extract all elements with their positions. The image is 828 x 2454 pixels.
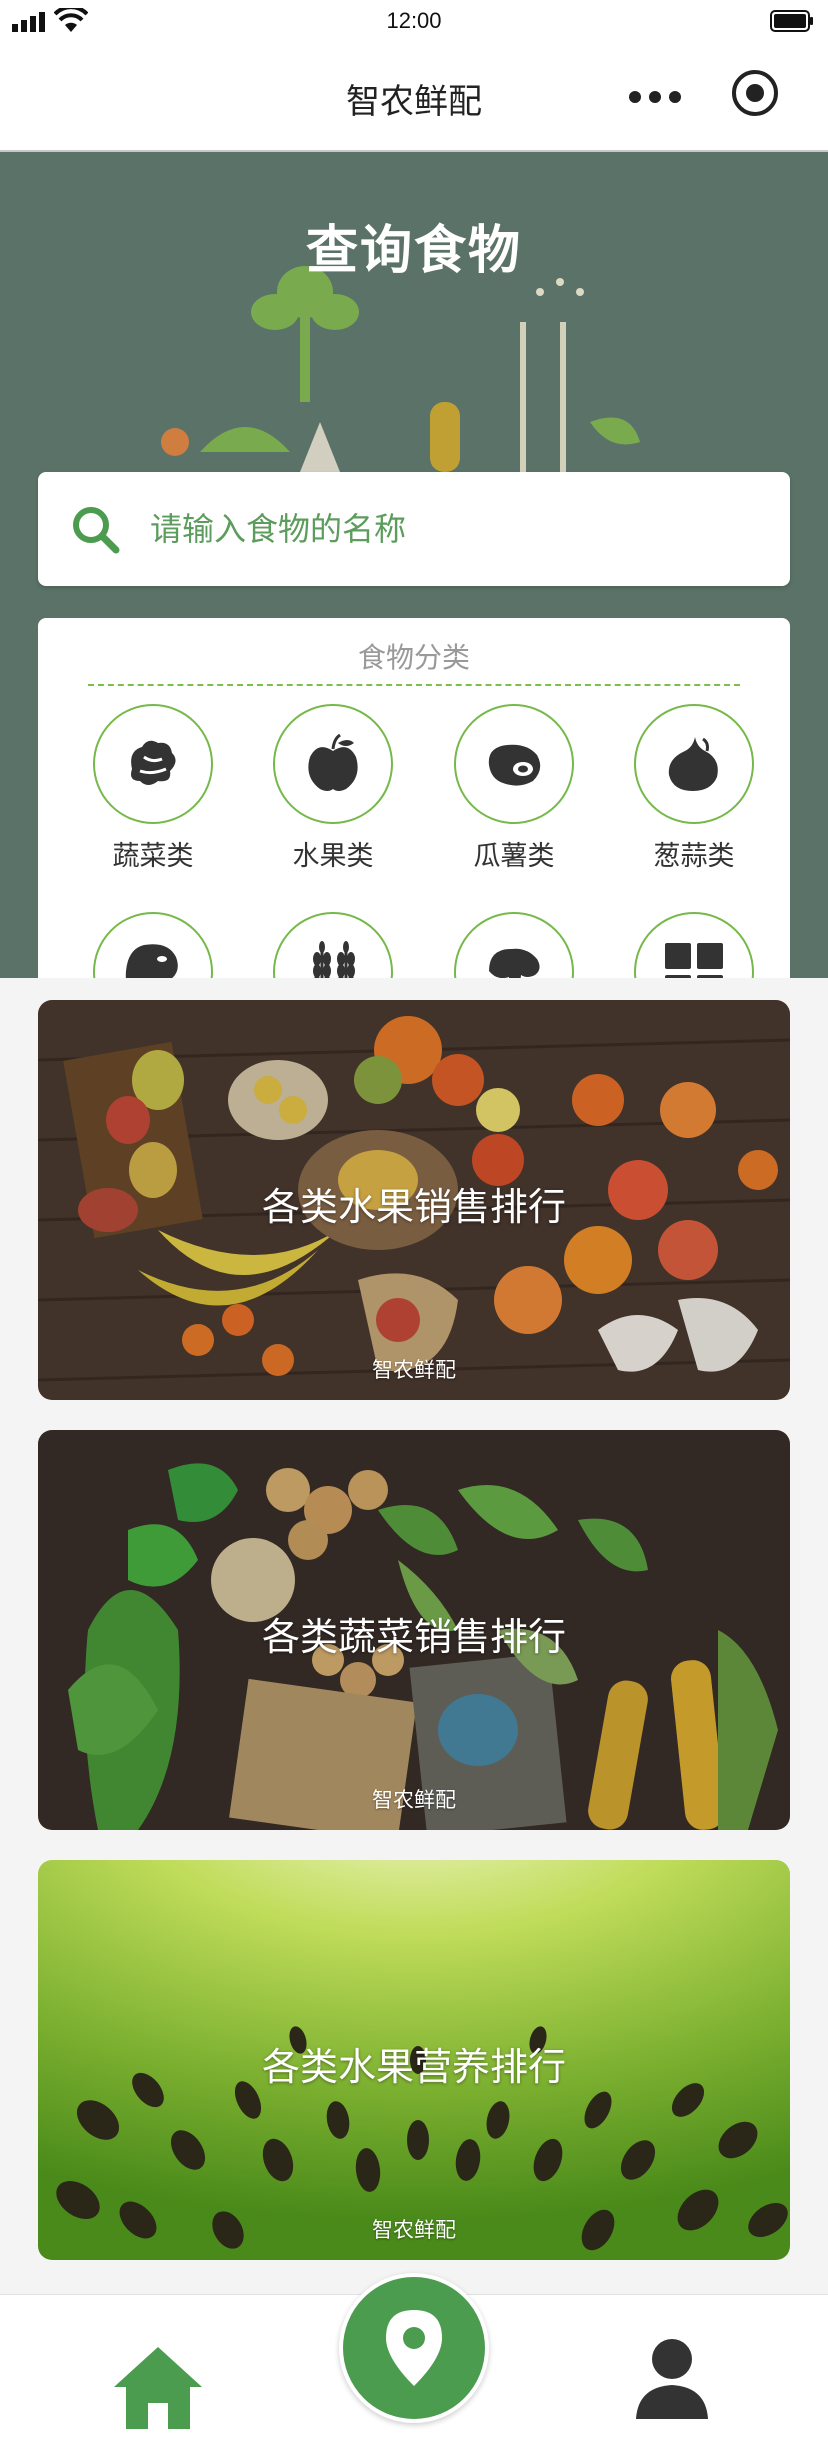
- location-pin-icon: [386, 2310, 442, 2386]
- category-card: 食物分类 蔬菜类 水果类 瓜薯类 葱蒜类: [38, 618, 790, 978]
- banner-subtitle: 智农鲜配: [372, 2218, 456, 2242]
- bean-icon: [125, 944, 178, 978]
- banner-subtitle: 智农鲜配: [372, 1358, 456, 1382]
- status-bar: 12:00: [0, 0, 828, 44]
- category-bean[interactable]: 豆类: [88, 912, 218, 978]
- status-time: 12:00: [386, 8, 442, 33]
- category-divider: [88, 684, 740, 686]
- onion-icon: [668, 737, 718, 791]
- category-potato[interactable]: 瓜薯类: [449, 704, 579, 874]
- category-fruit[interactable]: 水果类: [268, 704, 398, 874]
- tab-bar: [0, 2273, 828, 2454]
- banner-subtitle: 智农鲜配: [372, 1788, 456, 1812]
- category-label: 水果类: [292, 841, 374, 872]
- search-box[interactable]: [38, 472, 790, 586]
- banner-title: 各类水果销售排行: [261, 1185, 566, 1229]
- category-mushroom[interactable]: 菌类: [449, 912, 579, 978]
- vegetable-icon: [131, 740, 176, 785]
- banner-title: 各类水果营养排行: [261, 2045, 566, 2089]
- category-title: 食物分类: [357, 641, 470, 674]
- category-label: 葱蒜类: [653, 841, 735, 872]
- vegetable-illustration: [161, 266, 640, 472]
- banner-fruit-nutrition[interactable]: 各类水果营养排行 智农鲜配: [38, 1860, 790, 2260]
- more-icon[interactable]: [625, 82, 685, 112]
- category-label: 瓜薯类: [473, 841, 555, 872]
- search-icon: [73, 507, 120, 554]
- nav-title: 智农鲜配: [346, 82, 482, 122]
- potato-icon: [488, 744, 541, 786]
- category-onion[interactable]: 葱蒜类: [629, 704, 759, 874]
- category-label: 蔬菜类: [112, 841, 194, 872]
- banner-title: 各类蔬菜销售排行: [261, 1615, 566, 1659]
- banner-vegetable-sales[interactable]: 各类蔬菜销售排行 智农鲜配: [38, 1430, 790, 1830]
- battery-icon: [770, 10, 813, 32]
- hero-title: 查询食物: [305, 221, 522, 281]
- banner-fruit-sales[interactable]: 各类水果销售排行 智农鲜配: [38, 1000, 790, 1400]
- profile-icon[interactable]: [634, 2337, 710, 2421]
- search-input[interactable]: [150, 492, 750, 566]
- target-icon[interactable]: [730, 68, 780, 118]
- category-other[interactable]: 其他: [629, 912, 759, 978]
- mushroom-icon: [489, 948, 540, 978]
- home-icon[interactable]: [112, 2343, 204, 2431]
- apple-icon: [308, 733, 358, 791]
- location-tab[interactable]: [339, 2273, 489, 2423]
- nav-bar: 智农鲜配: [0, 44, 828, 152]
- search-hero: 查询食物 食物分类 蔬菜类: [0, 152, 828, 978]
- category-vegetable[interactable]: 蔬菜类: [88, 704, 218, 874]
- grain-icon: [313, 941, 355, 978]
- grid-icon: [665, 943, 723, 978]
- category-grain[interactable]: 谷类: [268, 912, 398, 978]
